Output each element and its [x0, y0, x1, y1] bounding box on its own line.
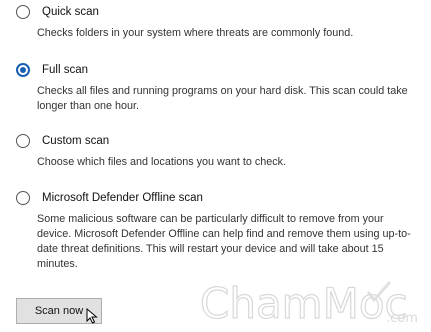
option-quick-scan: Quick scan Checks folders in your system…: [16, 2, 416, 41]
offline-scan-description: Some malicious software can be particula…: [37, 213, 411, 270]
quick-scan-description: Checks folders in your system where thre…: [37, 27, 354, 39]
custom-scan-row[interactable]: Custom scan: [16, 131, 416, 151]
custom-scan-radio[interactable]: [16, 134, 30, 148]
full-scan-radio[interactable]: [16, 63, 30, 77]
option-full-scan: Full scan Checks all files and running p…: [16, 60, 416, 114]
offline-scan-row[interactable]: Microsoft Defender Offline scan: [16, 188, 416, 208]
option-custom-scan: Custom scan Choose which files and locat…: [16, 131, 416, 170]
quick-scan-radio[interactable]: [16, 5, 30, 19]
full-scan-row[interactable]: Full scan: [16, 60, 416, 80]
quick-scan-label[interactable]: Quick scan: [42, 6, 99, 18]
scan-options-panel: Quick scan Checks folders in your system…: [0, 0, 431, 332]
mouse-pointer-icon: [86, 308, 98, 324]
offline-scan-label[interactable]: Microsoft Defender Offline scan: [42, 192, 203, 204]
watermark-text: ChamMoc: [200, 279, 408, 328]
custom-scan-description: Choose which files and locations you wan…: [37, 156, 287, 168]
option-offline-scan: Microsoft Defender Offline scan Some mal…: [16, 188, 416, 272]
quick-scan-row[interactable]: Quick scan: [16, 2, 416, 22]
offline-scan-radio[interactable]: [16, 191, 30, 205]
watermark-suffix: .com: [386, 311, 418, 326]
full-scan-label[interactable]: Full scan: [42, 64, 88, 76]
chammoc-watermark-logo: ChamMoc .com: [199, 278, 418, 328]
custom-scan-label[interactable]: Custom scan: [42, 135, 109, 147]
full-scan-description: Checks all files and running programs on…: [37, 85, 408, 112]
